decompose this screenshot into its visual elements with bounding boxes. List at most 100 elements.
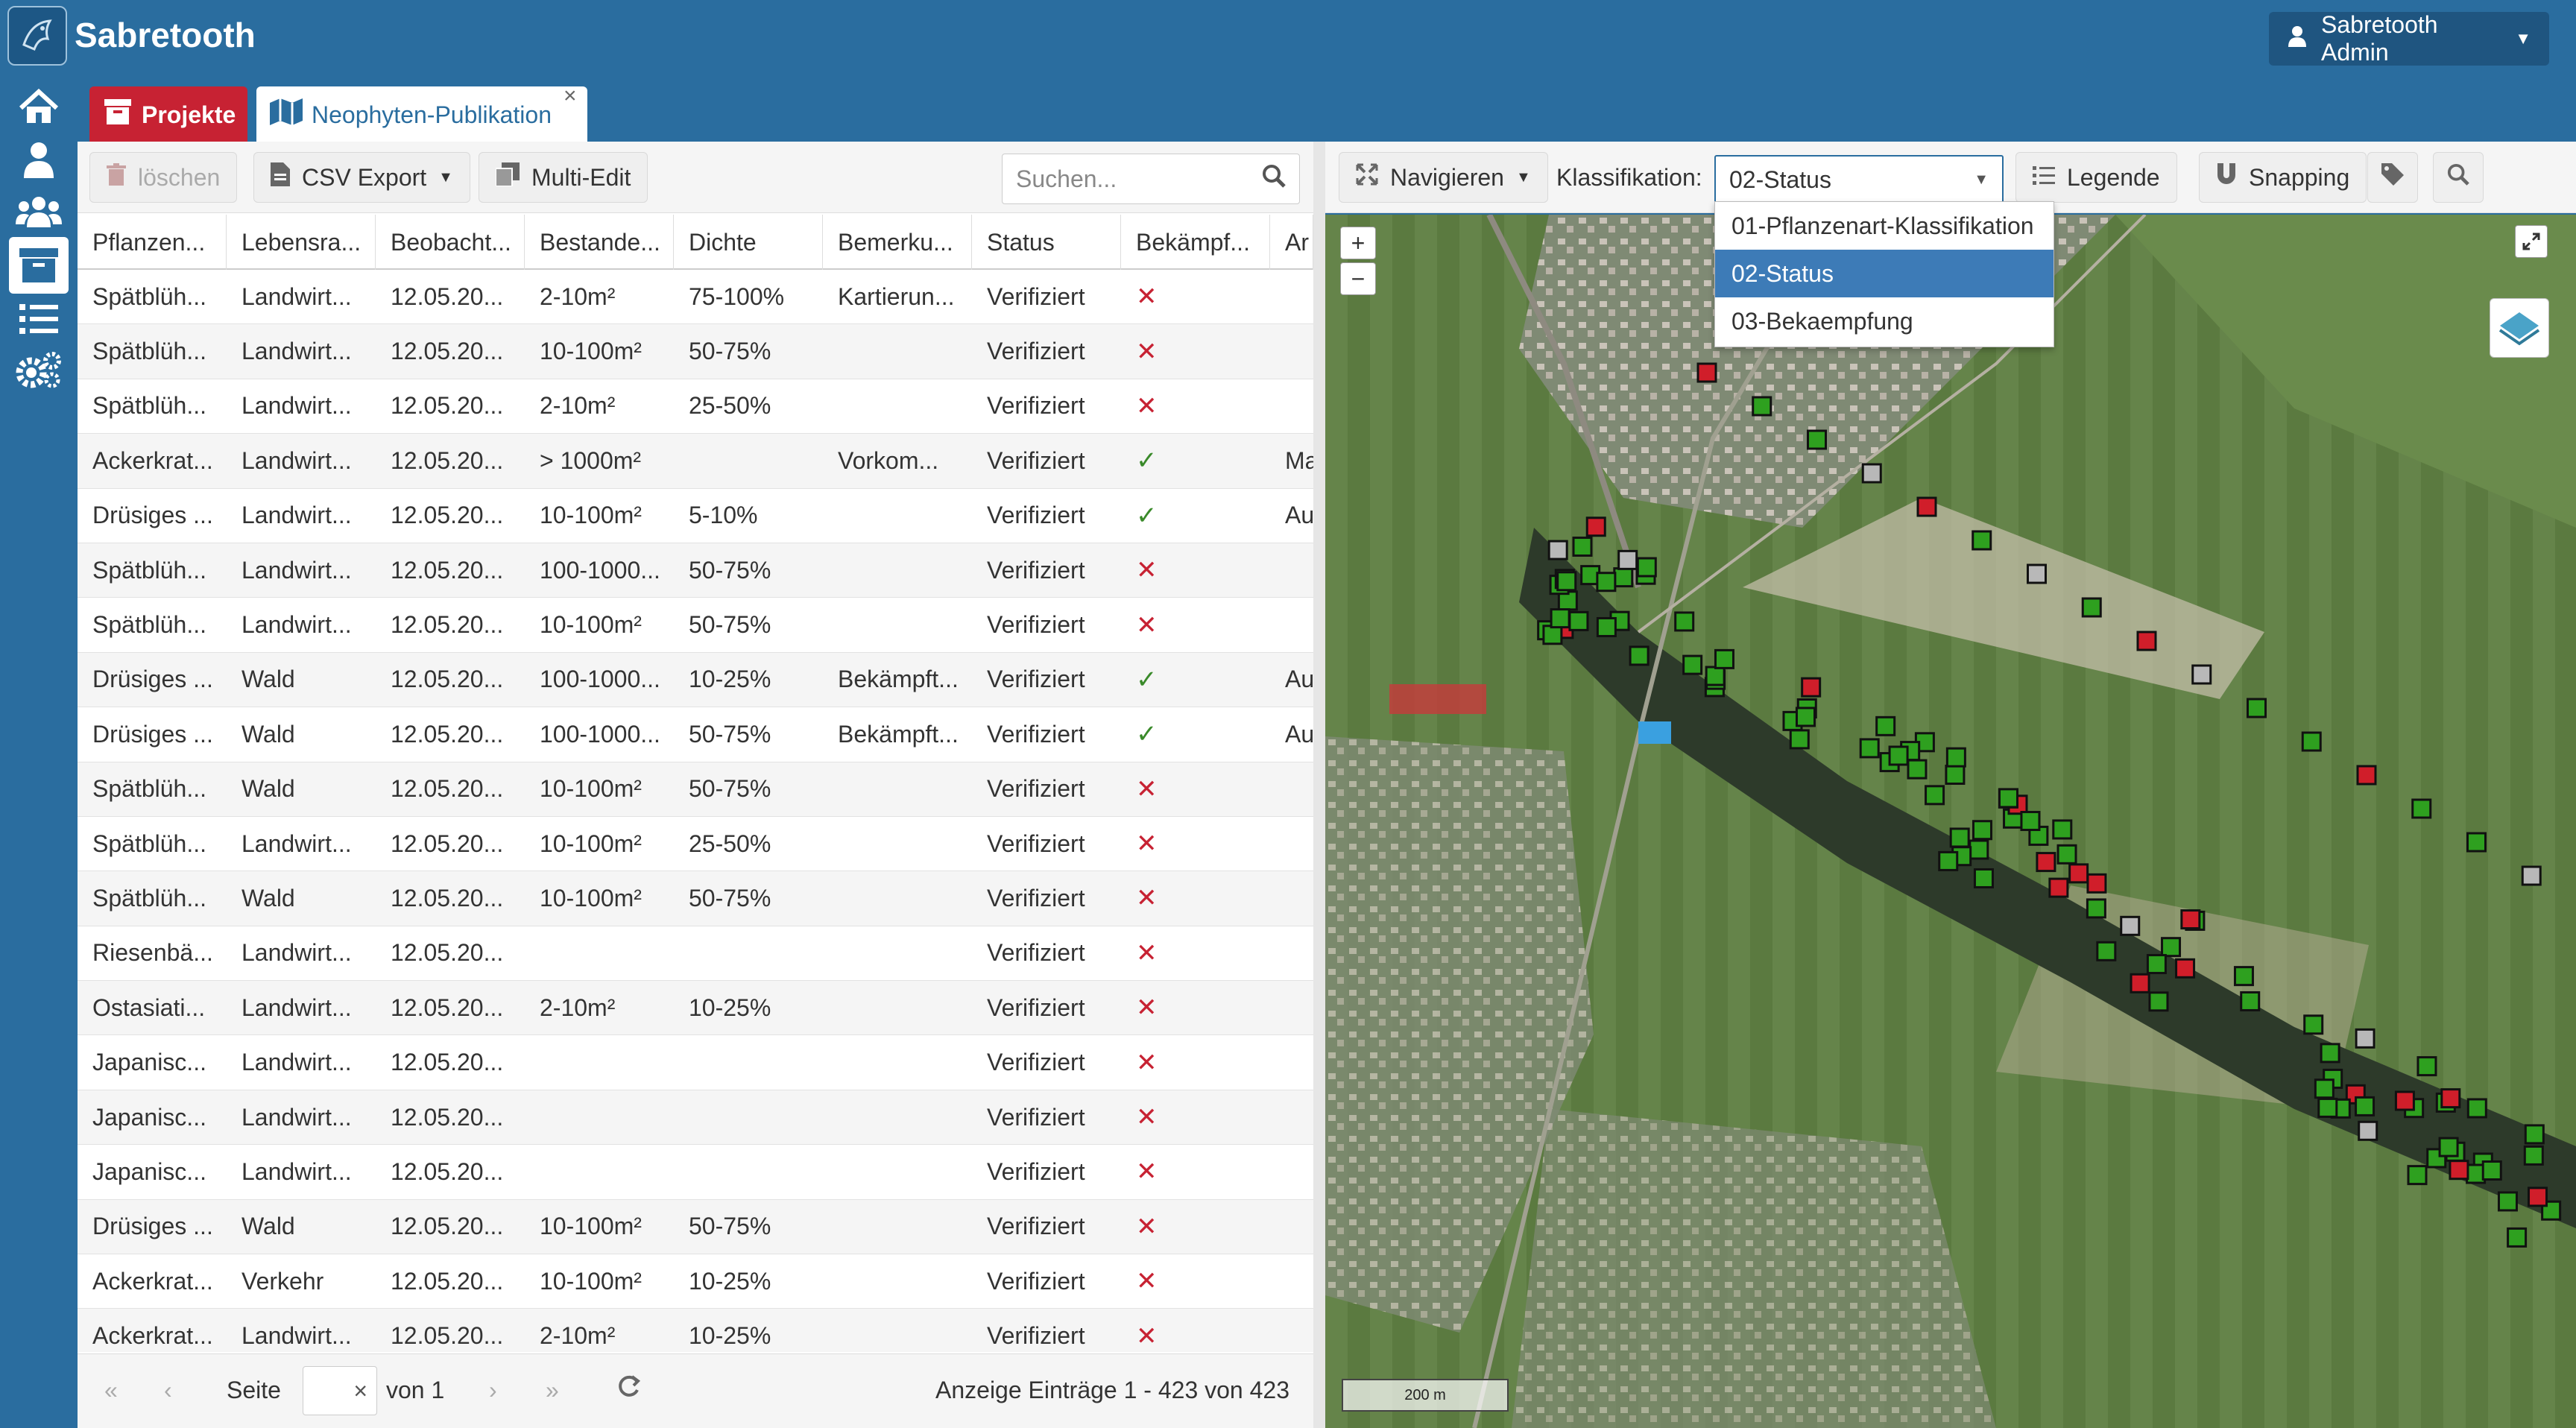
layers-icon[interactable] [2490, 298, 2549, 358]
observation-marker[interactable] [1998, 788, 2018, 809]
observation-marker[interactable] [1596, 572, 1617, 593]
observation-marker[interactable] [1674, 611, 1695, 632]
observation-marker[interactable] [2449, 1160, 2469, 1181]
last-page-icon[interactable]: » [546, 1377, 559, 1404]
observation-marker[interactable] [2303, 1014, 2324, 1035]
observation-marker[interactable] [1888, 745, 1909, 766]
fullscreen-icon[interactable] [2515, 225, 2548, 258]
observation-marker[interactable] [2191, 664, 2212, 685]
prev-page-icon[interactable]: ‹ [164, 1377, 172, 1404]
observation-marker[interactable] [2411, 798, 2432, 819]
observation-marker[interactable] [2136, 631, 2157, 651]
tab-neophyten-publikation[interactable]: Neophyten-Publikation [256, 86, 587, 143]
observation-marker[interactable] [1636, 557, 1657, 578]
tab-projekte[interactable]: Projekte [89, 86, 247, 143]
zoom-out-button[interactable]: − [1340, 262, 1376, 295]
observation-marker[interactable] [1585, 516, 1606, 537]
observation-marker[interactable] [1907, 759, 1928, 780]
navigate-button[interactable]: Navigieren ▼ [1339, 152, 1548, 203]
observation-marker[interactable] [1789, 729, 1810, 750]
observation-marker[interactable] [2301, 731, 2322, 752]
archive-icon[interactable] [9, 237, 69, 294]
observation-marker[interactable] [2120, 915, 2141, 936]
column-header[interactable]: Beobacht... [376, 215, 525, 270]
table-row[interactable]: Ostasiati... Landwirt... 12.05.20... 2-10m²… [78, 981, 1313, 1036]
observation-marker[interactable] [1945, 765, 1966, 786]
observation-marker[interactable] [2407, 1165, 2428, 1186]
table-row[interactable]: Ackerkrat... Landwirt... 12.05.20... 2-10m²… [78, 1309, 1313, 1352]
observation-marker[interactable] [1629, 645, 1650, 666]
observation-marker[interactable] [2521, 865, 2542, 886]
table-row[interactable]: Drüsiges ... Wald 12.05.20... 100-1000... 10… [78, 652, 1313, 708]
observation-marker[interactable] [1682, 654, 1703, 675]
observation-marker[interactable] [2314, 1078, 2334, 1099]
map-view[interactable] [1325, 215, 2576, 1428]
observation-marker[interactable] [1969, 839, 1989, 860]
user-menu[interactable]: Sabretooth Admin ▼ [2269, 11, 2549, 66]
observation-marker[interactable] [2528, 1187, 2548, 1207]
observation-marker[interactable] [1938, 850, 1959, 871]
klass-option-bekaempfung[interactable]: 03-Bekaempfung [1715, 297, 2053, 345]
table-row[interactable]: Drüsiges ... Wald 12.05.20... 10-100m² 50-75… [78, 1199, 1313, 1255]
observation-marker[interactable] [2148, 991, 2169, 1012]
observation-marker[interactable] [2130, 973, 2150, 993]
observation-marker[interactable] [2394, 1090, 2415, 1111]
observation-marker[interactable] [1556, 571, 1577, 592]
table-row[interactable]: Spätblüh... Landwirt... 12.05.20... 2-10m² 7… [78, 270, 1313, 325]
table-row[interactable]: Spätblüh... Wald 12.05.20... 10-100m² 50-75%… [78, 762, 1313, 817]
observation-marker[interactable] [2020, 811, 2041, 832]
observation-marker[interactable] [1568, 610, 1589, 631]
observation-marker[interactable] [2146, 954, 2167, 975]
observation-marker[interactable] [1925, 785, 1945, 806]
observation-marker[interactable] [2036, 852, 2056, 873]
users-icon[interactable] [13, 189, 64, 234]
column-header[interactable]: Status [972, 215, 1121, 270]
observation-marker[interactable] [2356, 765, 2377, 786]
observation-marker[interactable] [1572, 536, 1593, 557]
table-row[interactable]: Japanisc... Landwirt... 12.05.20... Verifiz… [78, 1145, 1313, 1200]
observation-marker[interactable] [2507, 1227, 2528, 1248]
tag-button[interactable] [2367, 152, 2418, 203]
observation-marker[interactable] [2440, 1088, 2461, 1109]
observation-marker[interactable] [1795, 707, 1816, 727]
observation-marker[interactable] [1705, 666, 1726, 686]
home-icon[interactable] [13, 85, 64, 130]
column-header[interactable]: Dichte [674, 215, 823, 270]
observation-marker[interactable] [2086, 898, 2106, 919]
legend-button[interactable]: Legende [2015, 152, 2177, 203]
observation-marker[interactable] [2052, 819, 2073, 840]
observation-marker[interactable] [1859, 738, 1880, 759]
observation-marker[interactable] [2438, 1137, 2459, 1157]
table-row[interactable]: Riesenbä... Landwirt... 12.05.20... Verifiz… [78, 926, 1313, 982]
cogs-icon[interactable] [13, 347, 64, 392]
observation-marker[interactable] [1972, 530, 1992, 551]
observation-marker[interactable] [1752, 396, 1772, 417]
zoom-in-button[interactable]: + [1340, 227, 1376, 259]
observation-marker[interactable] [2233, 966, 2254, 987]
observation-marker[interactable] [1916, 496, 1937, 517]
observation-marker[interactable] [2358, 1120, 2378, 1141]
column-header[interactable]: Bekämpf... [1121, 215, 1270, 270]
observation-marker[interactable] [2180, 909, 2201, 930]
observation-marker[interactable] [2497, 1191, 2518, 1212]
column-header[interactable]: Lebensra... [227, 215, 376, 270]
observation-marker[interactable] [2416, 1056, 2437, 1077]
observation-marker[interactable] [2081, 597, 2102, 618]
observation-marker[interactable] [2048, 877, 2069, 898]
table-row[interactable]: Spätblüh... Landwirt... 12.05.20... 10-100m… [78, 324, 1313, 379]
aerial-map[interactable] [1325, 215, 2576, 1428]
search-input[interactable]: Suchen... [1002, 154, 1300, 204]
table-row[interactable]: Spätblüh... Landwirt... 12.05.20... 2-10m² 2… [78, 379, 1313, 435]
column-header[interactable]: Ar [1270, 215, 1313, 270]
observation-marker[interactable] [2466, 832, 2487, 853]
column-header[interactable]: Bemerku... [823, 215, 972, 270]
observation-marker[interactable] [1973, 868, 1994, 888]
table-row[interactable]: Spätblüh... Wald 12.05.20... 10-100m² 50-75%… [78, 871, 1313, 926]
observation-marker[interactable] [2247, 698, 2267, 718]
klass-option-status[interactable]: 02-Status [1715, 250, 2053, 297]
csv-export-button[interactable]: CSV Export ▼ [253, 152, 470, 203]
observation-marker[interactable] [1861, 463, 1882, 484]
table-row[interactable]: Spätblüh... Landwirt... 12.05.20... 10-100m… [78, 598, 1313, 653]
observation-marker[interactable] [2466, 1098, 2487, 1119]
observation-marker[interactable] [1972, 820, 1992, 841]
